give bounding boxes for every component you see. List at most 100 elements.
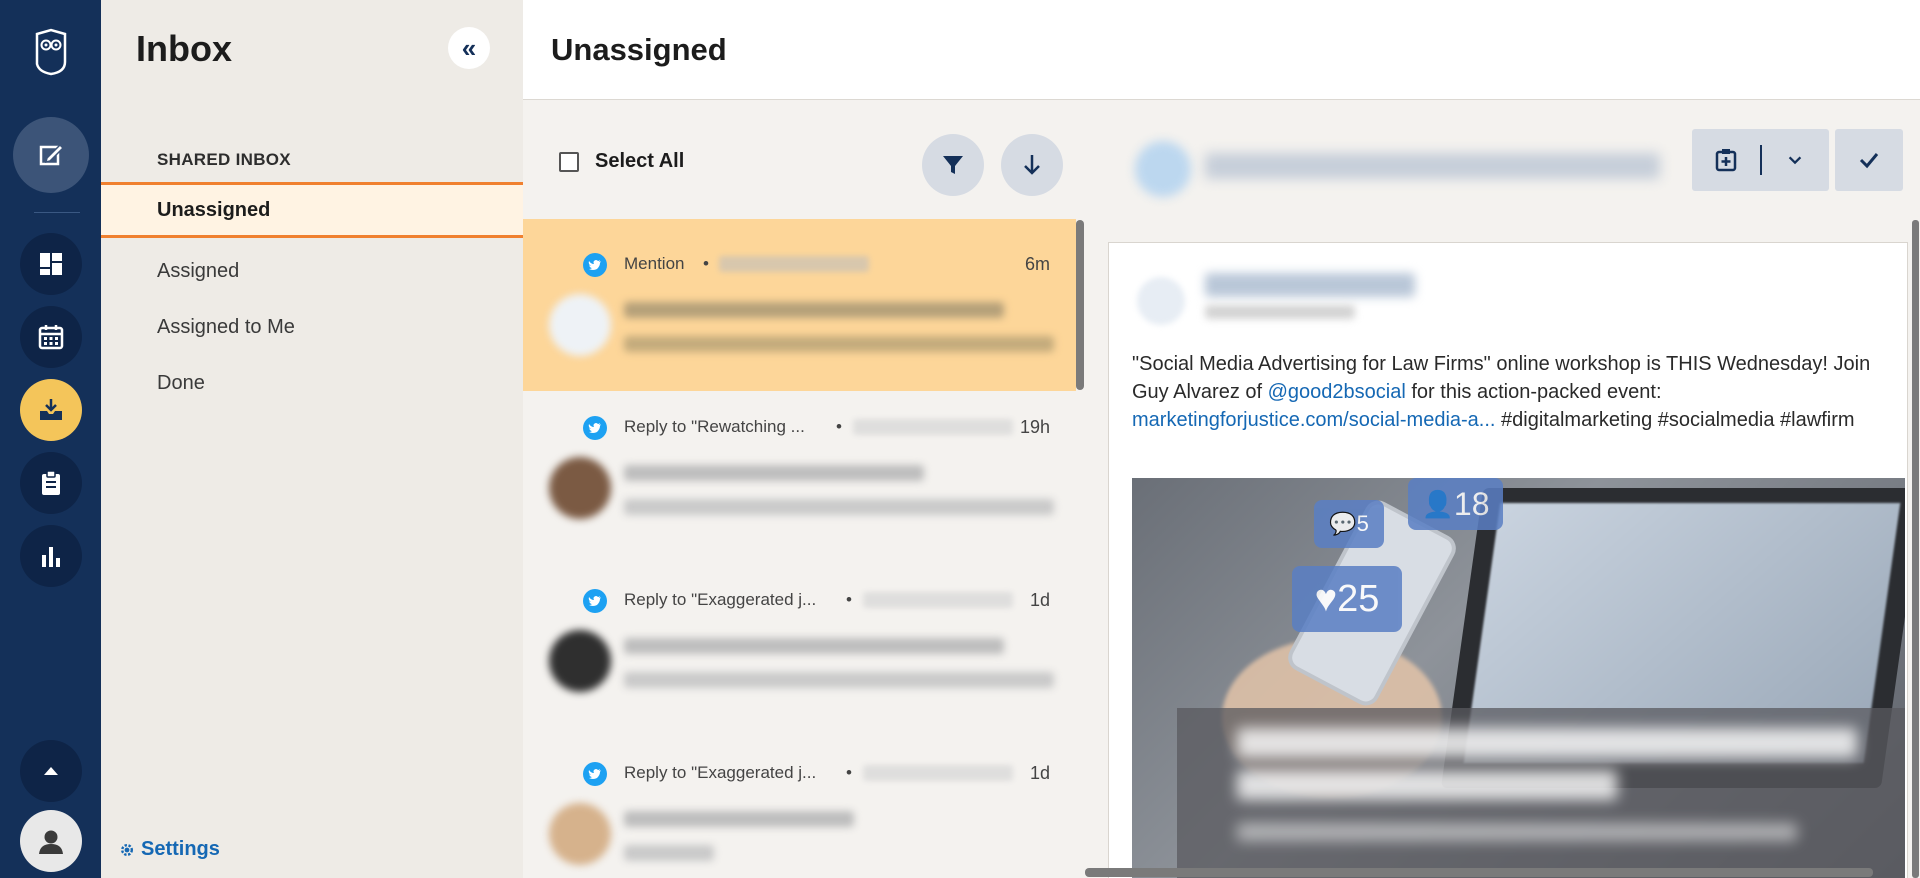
analytics-button[interactable] [20,525,82,587]
inbox-icon [40,399,62,420]
sort-button[interactable] [1001,134,1063,196]
likes-badge: ♥ 25 [1292,566,1402,632]
post-image[interactable]: 💬 5 👤 18 ♥ 25 [1132,478,1905,878]
likes-count: 25 [1337,577,1380,620]
message-time: 1d [1029,763,1050,783]
message-time: 1d [1029,590,1050,610]
arrow-down-icon [1024,155,1040,175]
post-author-avatar [1137,277,1185,325]
page-title: Unassigned [551,32,727,67]
mention-link[interactable]: @good2bsocial [1268,381,1406,403]
select-all-checkbox[interactable] [559,152,579,172]
url-link[interactable]: marketingforjustice.com/social-media-a..… [1132,409,1495,431]
author-name-redacted [624,465,924,481]
separator-dot: • [846,763,852,782]
detail-scrollbar[interactable] [1912,220,1919,878]
sender-name-redacted [1205,153,1660,179]
message-type: Reply to "Exaggerated j... [624,590,817,609]
user-avatar-icon [39,830,63,854]
post-author-name-redacted [1205,273,1415,297]
post-text-part: #digitalmarketing #socialmedia #lawfirm [1495,409,1855,431]
bar-chart-icon [42,547,60,567]
author-avatar [549,457,611,519]
message-preview-redacted [624,499,1054,515]
checkmark-icon [1859,153,1879,169]
dashboard-button[interactable] [20,233,82,295]
message-item[interactable]: Reply to "Exaggerated j... • 1d [523,738,1076,878]
speech-bubble-icon: 💬 [1329,511,1357,536]
filter-icon [943,156,963,174]
message-detail-pane: "Social Media Advertising for Law Firms"… [1085,101,1920,878]
post-text: "Social Media Advertising for Law Firms"… [1132,350,1892,434]
author-avatar [549,294,611,356]
banner-text-redacted [1237,823,1797,841]
horizontal-scrollbar[interactable] [1085,868,1873,877]
assignments-button[interactable] [20,452,82,514]
compose-icon [39,143,65,166]
select-all-label[interactable]: Select All [595,150,684,173]
message-type: Reply to "Rewatching ... [624,417,805,436]
message-preview-redacted [624,672,1054,688]
nav-item-label: Unassigned [157,198,271,221]
separator-dot: • [846,590,852,609]
assign-button[interactable] [1692,129,1760,191]
nav-item-assigned[interactable]: Assigned [101,243,523,299]
image-banner-redacted [1177,708,1905,878]
settings-link[interactable]: Settings [119,838,220,861]
assign-split-button[interactable] [1692,129,1829,191]
account-name-redacted [719,256,869,272]
clipboard-icon [42,470,60,495]
author-avatar [549,803,611,865]
page-header: Unassigned [523,0,1920,100]
chevron-up-icon [44,767,58,775]
nav-item-label: Assigned to Me [157,315,295,338]
comments-badge: 💬 5 [1314,500,1384,548]
gear-icon [121,843,133,856]
separator-dot: • [703,254,709,273]
compose-button[interactable] [13,117,89,193]
list-scrollbar[interactable] [1076,220,1084,390]
separator-dot: • [836,417,842,436]
assign-options-button[interactable] [1762,129,1828,191]
nav-item-assigned-to-me[interactable]: Assigned to Me [101,299,523,355]
twitter-icon [583,589,607,613]
twitter-icon [583,416,607,440]
account-name-redacted [853,419,1013,435]
nav-item-done[interactable]: Done [101,355,523,411]
list-toolbar: Select All [523,101,1085,219]
chevron-down-icon [1788,156,1802,165]
double-chevron-left-icon: « [461,33,477,63]
rail-divider [34,212,80,213]
post-text-part: for this action-packed event: [1405,381,1662,403]
nav-item-label: Assigned [157,259,240,282]
resolve-button[interactable] [1835,129,1903,191]
message-item[interactable]: Mention • 6m [523,219,1076,391]
sender-avatar [1135,141,1191,197]
inbox-button[interactable] [20,379,82,441]
planner-button[interactable] [20,306,82,368]
post-card: "Social Media Advertising for Law Firms"… [1108,242,1908,878]
banner-text-redacted [1237,770,1617,800]
twitter-icon [583,762,607,786]
message-type: Mention [624,254,685,273]
app-rail [0,0,101,878]
expand-rail-button[interactable] [20,740,82,802]
author-name-redacted [624,302,1004,318]
profile-button[interactable] [20,810,82,872]
filter-button[interactable] [922,134,984,196]
message-preview-redacted [624,336,1054,352]
message-item[interactable]: Reply to "Rewatching ... • 19h [523,392,1076,564]
author-name-redacted [624,638,1004,654]
nav-section-label: SHARED INBOX [157,150,291,169]
settings-label: Settings [141,838,220,860]
owl-logo-icon[interactable] [33,28,69,76]
message-preview-redacted [624,845,714,861]
message-time: 19h [1019,417,1050,437]
nav-item-unassigned[interactable]: Unassigned [101,182,523,238]
collapse-panel-button[interactable]: « [448,27,490,69]
nav-title: Inbox [136,28,232,69]
message-item[interactable]: Reply to "Exaggerated j... • 1d [523,565,1076,737]
person-icon: 👤 [1421,488,1454,519]
author-name-redacted [624,811,854,827]
account-name-redacted [863,592,1013,608]
